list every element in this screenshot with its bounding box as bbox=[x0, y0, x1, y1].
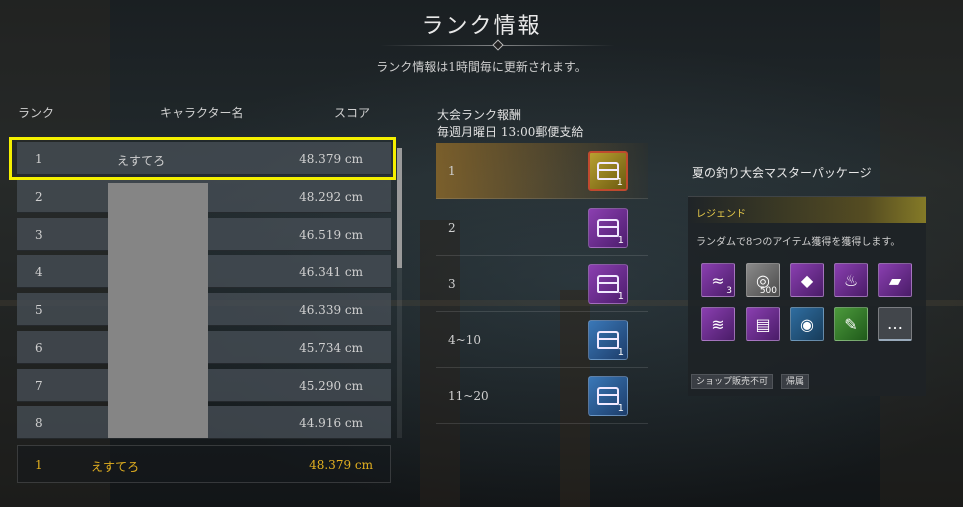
reward-tier-2[interactable]: 2 1 bbox=[436, 200, 648, 256]
reward-quantity: 1 bbox=[617, 347, 624, 358]
reward-quantity: 1 bbox=[617, 291, 624, 302]
update-notice: ランク情報は1時間毎に更新されます。 bbox=[376, 60, 587, 74]
row-rank: 5 bbox=[35, 303, 43, 317]
treasure-chest-icon[interactable]: 1 bbox=[588, 208, 628, 248]
treasure-chest-icon[interactable]: 1 bbox=[588, 264, 628, 304]
row-rank: 6 bbox=[35, 341, 43, 355]
scroll-icon[interactable]: ▤ bbox=[746, 307, 780, 341]
item-quantity: 3 bbox=[726, 286, 732, 296]
column-header-score: スコア bbox=[334, 106, 371, 120]
flame-icon[interactable]: ♨ bbox=[834, 263, 868, 297]
book-icon[interactable]: ▰ bbox=[878, 263, 912, 297]
row-rank: 3 bbox=[35, 228, 43, 242]
my-rank-row: 1 えすてろ 48.379 cm bbox=[17, 445, 391, 483]
reward-tier-label: 3 bbox=[448, 277, 456, 291]
reward-tier-label: 4~10 bbox=[448, 333, 481, 347]
treasure-chest-icon[interactable]: 1 bbox=[588, 320, 628, 360]
my-score: 48.379 cm bbox=[309, 458, 373, 472]
redaction-block bbox=[108, 183, 208, 438]
crystal-icon[interactable]: ◆ bbox=[790, 263, 824, 297]
tag-bound: 帰属 bbox=[781, 374, 810, 389]
reward-quantity: 1 bbox=[616, 177, 623, 188]
reward-tier-label: 2 bbox=[448, 221, 456, 235]
ranking-scrollbar[interactable] bbox=[397, 148, 402, 438]
row-score: 45.290 cm bbox=[299, 379, 363, 393]
reward-schedule: 毎週月曜日 13:00郵便支給 bbox=[437, 125, 584, 139]
coin-icon[interactable]: ◎ 500 bbox=[746, 263, 780, 297]
title-diamond-ornament bbox=[492, 39, 504, 51]
reward-tier-label: 1 bbox=[448, 164, 456, 178]
package-description: ランダムで8つのアイテム獲得を獲得します。 bbox=[696, 237, 901, 248]
reward-quantity: 1 bbox=[617, 403, 624, 414]
row-score: 46.339 cm bbox=[299, 303, 363, 317]
reward-tier-4-10[interactable]: 4~10 1 bbox=[436, 312, 648, 368]
row-score: 44.916 cm bbox=[299, 416, 363, 430]
row-rank: 8 bbox=[35, 416, 43, 430]
more-icon[interactable]: … bbox=[878, 307, 912, 341]
wave-icon[interactable]: ≈3 bbox=[701, 263, 735, 297]
scroll-pile-icon[interactable]: ≋ bbox=[701, 307, 735, 341]
row-score: 46.341 cm bbox=[299, 265, 363, 279]
shell-icon[interactable]: ◉ bbox=[790, 307, 824, 341]
header: ランク情報 bbox=[0, 8, 963, 40]
treasure-chest-icon[interactable]: 1 bbox=[588, 376, 628, 416]
row-score: 46.519 cm bbox=[299, 228, 363, 242]
reward-tier-3[interactable]: 3 1 bbox=[436, 256, 648, 312]
package-tooltip: レジェンド ランダムで8つのアイテム獲得を獲得します。 ≈3 ◎ 500 ◆ ♨ … bbox=[688, 196, 926, 396]
package-grade: レジェンド bbox=[696, 209, 746, 220]
tag-not-sellable: ショップ販売不可 bbox=[691, 374, 774, 389]
my-rank-number: 1 bbox=[35, 458, 43, 472]
row-rank: 7 bbox=[35, 379, 43, 393]
scrollbar-thumb[interactable] bbox=[397, 148, 402, 268]
item-quantity: 500 bbox=[759, 286, 777, 296]
page-title: ランク情報 bbox=[421, 14, 542, 39]
reward-quantity: 1 bbox=[617, 235, 624, 246]
treasure-chest-icon[interactable]: 1 bbox=[588, 151, 628, 191]
row-rank: 4 bbox=[35, 265, 43, 279]
my-character-name: えすてろ bbox=[91, 460, 140, 474]
row-score: 45.734 cm bbox=[299, 341, 363, 355]
row-rank: 2 bbox=[35, 190, 43, 204]
row-score: 48.292 cm bbox=[299, 190, 363, 204]
reward-tier-11-20[interactable]: 11~20 1 bbox=[436, 368, 648, 424]
ticket-icon[interactable]: ✎ bbox=[834, 307, 868, 341]
reward-section-title: 大会ランク報酬 bbox=[437, 108, 522, 122]
column-header-rank: ランク bbox=[18, 106, 55, 120]
reward-tier-1[interactable]: 1 1 bbox=[436, 143, 648, 199]
selection-highlight bbox=[9, 137, 396, 180]
column-header-name: キャラクター名 bbox=[160, 106, 244, 120]
package-name: 夏の釣り大会マスターパッケージ bbox=[692, 166, 872, 180]
reward-tier-label: 11~20 bbox=[448, 389, 489, 403]
